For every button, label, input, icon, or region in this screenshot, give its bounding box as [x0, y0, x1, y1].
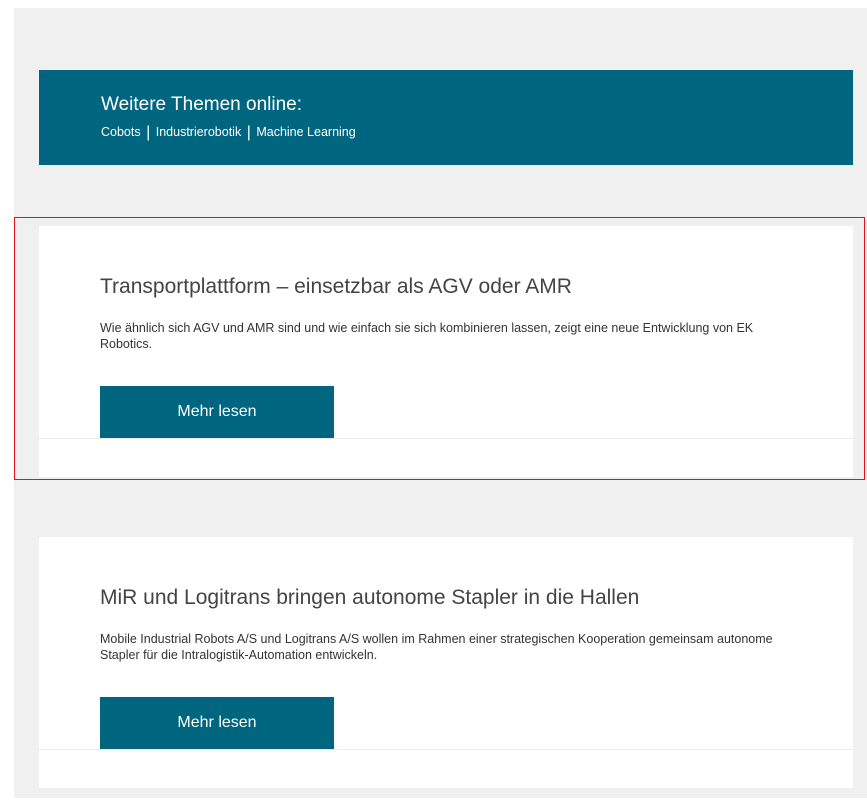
topic-link-machine-learning[interactable]: Machine Learning	[256, 125, 355, 139]
article-teaser: Wie ähnlich sich AGV und AMR sind und wi…	[100, 321, 754, 351]
topics-links: Cobots | Industrierobotik | Machine Lear…	[101, 124, 356, 141]
topics-banner: Weitere Themen online: Cobots | Industri…	[39, 70, 853, 165]
topic-separator: |	[246, 124, 251, 141]
topics-title: Weitere Themen online:	[101, 94, 303, 115]
article-title[interactable]: MiR und Logitrans bringen autonome Stapl…	[100, 585, 639, 611]
article-teaser: Mobile Industrial Robots A/S und Logitra…	[100, 632, 773, 662]
card-divider	[39, 749, 853, 750]
article-card: Transportplattform – einsetzbar als AGV …	[39, 226, 853, 477]
article-card: MiR und Logitrans bringen autonome Stapl…	[39, 537, 853, 788]
topic-link-industrierobotik[interactable]: Industrierobotik	[156, 125, 241, 139]
read-more-button[interactable]: Mehr lesen	[100, 386, 334, 438]
article-title[interactable]: Transportplattform – einsetzbar als AGV …	[100, 274, 572, 300]
card-divider	[39, 438, 853, 439]
read-more-button[interactable]: Mehr lesen	[100, 697, 334, 749]
topic-link-cobots[interactable]: Cobots	[101, 125, 141, 139]
topic-separator: |	[146, 124, 151, 141]
